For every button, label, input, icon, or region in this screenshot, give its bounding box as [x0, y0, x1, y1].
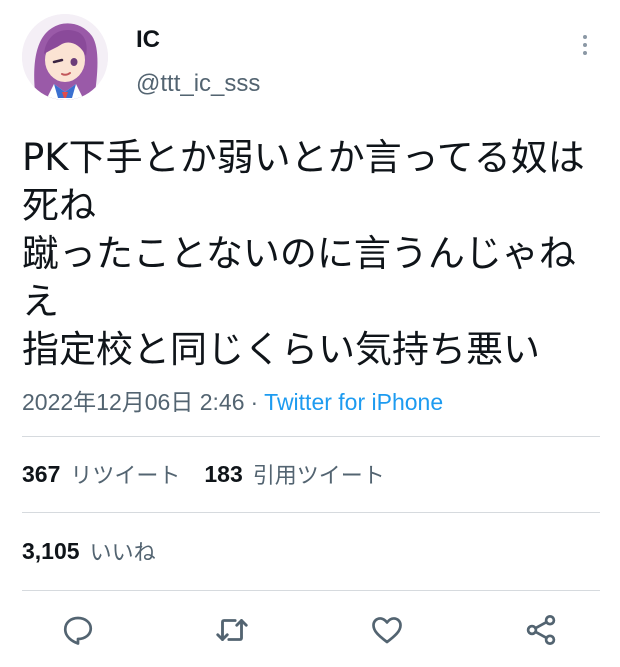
tweet-header: IC @ttt_ic_sss: [0, 0, 620, 118]
anime-character-avatar-icon: [22, 14, 108, 100]
tweet-timestamp[interactable]: 2022年12月06日 2:46: [22, 389, 245, 415]
quotes-stat[interactable]: 183 引用ツイート: [204, 458, 384, 490]
divider: [22, 590, 600, 591]
likes-label: いいね: [89, 541, 156, 566]
quotes-label: 引用ツイート: [252, 464, 385, 489]
quotes-count: 183: [204, 460, 243, 487]
retweet-stats-row: 367 リツイート 183 引用ツイート: [22, 454, 409, 494]
meta-separator: ·: [250, 389, 259, 415]
retweet-icon[interactable]: [212, 610, 252, 650]
user-handle[interactable]: @ttt_ic_sss: [136, 70, 260, 98]
tweet-source-link[interactable]: Twitter for iPhone: [264, 389, 443, 415]
action-bar: [0, 598, 620, 664]
like-icon[interactable]: [367, 610, 407, 650]
divider: [22, 512, 600, 513]
retweets-stat[interactable]: 367 リツイート: [22, 458, 180, 490]
tweet-text: PK下手とか弱いとか言ってる奴は 死ね 蹴ったことないのに言うんじゃね え 指定…: [22, 136, 585, 371]
display-name[interactable]: IC: [136, 26, 160, 54]
avatar[interactable]: [22, 14, 108, 100]
divider: [22, 436, 600, 437]
reply-icon[interactable]: [58, 610, 98, 650]
retweets-count: 367: [22, 460, 61, 487]
likes-count: 3,105: [22, 537, 80, 564]
likes-stats-row: 3,105 いいね: [22, 531, 180, 571]
share-icon[interactable]: [521, 610, 561, 650]
likes-stat[interactable]: 3,105 いいね: [22, 535, 156, 567]
tweet-meta: 2022年12月06日 2:46 · Twitter for iPhone: [22, 383, 443, 417]
more-vertical-icon[interactable]: [568, 28, 602, 62]
retweets-label: リツイート: [70, 464, 181, 489]
